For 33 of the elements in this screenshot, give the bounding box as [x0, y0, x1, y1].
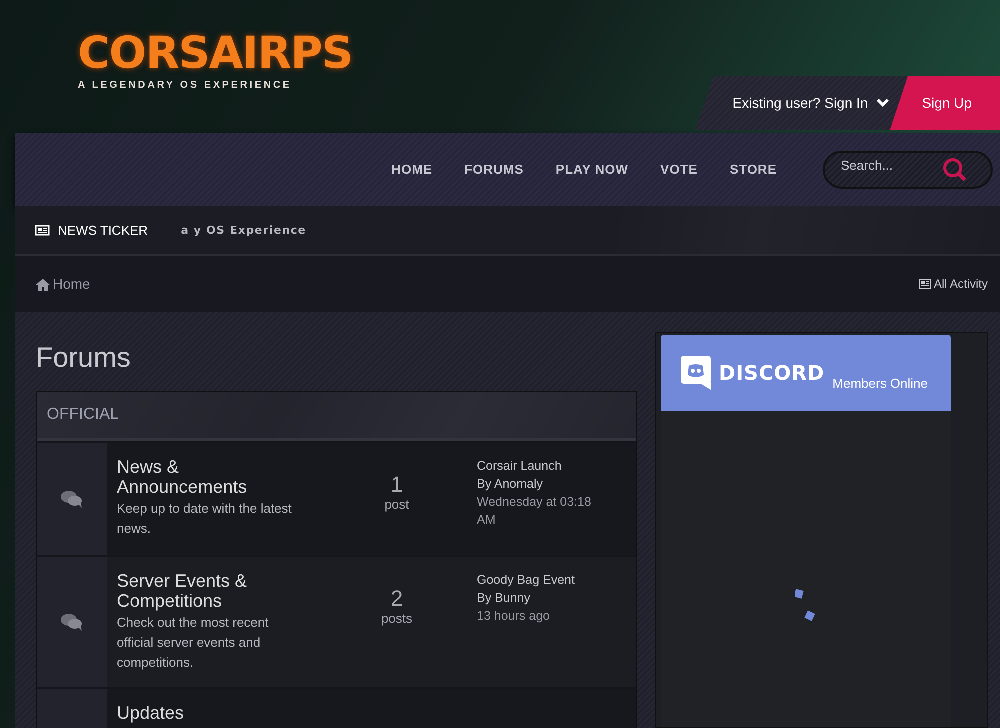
nav-link[interactable]: VOTE	[644, 162, 714, 177]
last-post-link[interactable]: Goody Bag Event	[477, 571, 602, 589]
last-post-link[interactable]: Corsair Launch	[477, 457, 602, 475]
page-title: Forums	[36, 342, 132, 374]
nav-link[interactable]: PLAY NOW	[540, 162, 645, 177]
last-post-author: By Anomaly	[477, 476, 544, 493]
forum-title-link[interactable]: Server Events & Competitions	[117, 571, 302, 611]
members-online-label: Members Online	[832, 376, 928, 391]
forum-title-link[interactable]: News & Announcements	[117, 457, 302, 497]
logo-tagline: A LEGENDARY OS EXPERIENCE	[78, 80, 292, 91]
forum-title-link[interactable]: Updates	[117, 703, 302, 723]
discord-logo-text: DISCORD	[719, 361, 825, 385]
forum-description: Check out the most recent official server events and competitions.	[117, 614, 270, 672]
sign-in-link[interactable]: Existing user? Sign In	[696, 76, 908, 130]
post-count-label: posts	[381, 611, 413, 626]
ticker-text: a y OS Experience	[181, 224, 306, 236]
nav-link[interactable]: HOME	[376, 162, 449, 177]
category-header: OFFICIAL	[37, 392, 636, 441]
post-count: 2	[390, 587, 404, 611]
forum-description: Keep up to date with the latest news.	[117, 500, 293, 538]
nav-link[interactable]: STORE	[714, 162, 793, 177]
nav-link[interactable]: FORUMS	[448, 162, 540, 177]
ticker-label: NEWS TICKER	[58, 222, 148, 238]
last-post-author: By Bunny	[477, 590, 532, 607]
last-post-time: Wednesday at 03:18 AM	[477, 494, 592, 529]
breadcrumb-home-link[interactable]: Home	[36, 276, 90, 292]
logo-title: CORSAIRPS	[78, 30, 353, 78]
last-post-time: 13 hours ago	[477, 608, 551, 625]
search-field[interactable]: Search...	[823, 150, 993, 188]
all-activity-link[interactable]: All Activity	[918, 277, 988, 291]
post-count-label: post	[384, 497, 410, 512]
sign-up-button[interactable]: Sign Up	[890, 76, 1000, 130]
post-count: 1	[390, 473, 404, 497]
